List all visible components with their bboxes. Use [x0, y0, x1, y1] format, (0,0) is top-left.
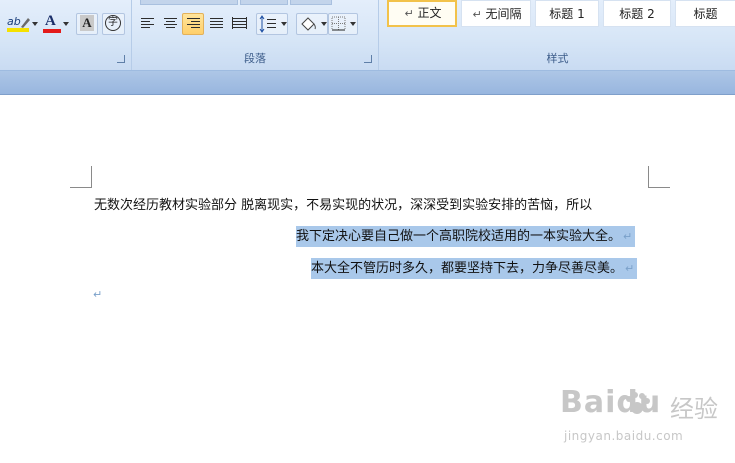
paragraph-line-1[interactable]: 无数次经历教材实验部分 脱离现实，不易实现的状况，深深受到实验安排的苦恼，所以 — [94, 195, 592, 216]
justify-button[interactable] — [205, 13, 227, 35]
enclose-characters-button[interactable]: 字 — [102, 13, 125, 35]
paragraph-line-2-selected[interactable]: 我下定决心要自己做一个高职院校适用的一本实验大全。 ↵ — [296, 226, 636, 247]
distributed-button[interactable] — [228, 13, 250, 35]
align-right-button[interactable] — [182, 13, 204, 35]
paw-logo-icon — [626, 392, 650, 414]
paragraph-dialog-launcher-icon[interactable] — [364, 55, 372, 63]
paragraph-line-3-text: 本大全不管历时多久，都要坚持下去，力争尽善尽美。 — [311, 261, 624, 276]
borders-dropdown-arrow[interactable] — [350, 22, 356, 26]
style-normal[interactable]: ↵ 正文 — [387, 0, 457, 27]
ruler-band — [0, 71, 735, 95]
empty-paragraph[interactable]: ↵ — [93, 284, 102, 305]
highlighter-pen-icon — [21, 18, 30, 28]
style-no-spacing[interactable]: ↵ 无间隔 — [461, 0, 531, 27]
margin-corner-top-left — [70, 166, 92, 188]
styles-group-label: 样式 — [546, 52, 569, 65]
paragraph-top-row-buttons[interactable] — [140, 0, 238, 5]
text-highlight-button[interactable]: ab — [3, 13, 39, 35]
paragraph-line-3-selected[interactable]: 本大全不管历时多久，都要坚持下去，力争尽善尽美。 ↵ — [311, 258, 638, 279]
paragraph-group: 段落 — [132, 0, 379, 70]
ribbon: ab A A 字 段落 ↵ 正文 ↵ 无间隔 标题 1 标题 2 标题 样式 — [0, 0, 735, 71]
paragraph-line-1-text: 无数次经历教材实验部分 脱离现实，不易实现的状况，深深受到实验安排的苦恼，所以 — [94, 198, 593, 213]
enclose-characters-icon: 字 — [105, 15, 121, 31]
styles-group: ↵ 正文 ↵ 无间隔 标题 1 标题 2 标题 样式 — [380, 0, 735, 70]
paragraph-top-row-buttons-3[interactable] — [290, 0, 332, 5]
highlight-color-bar — [7, 28, 29, 32]
font-group: ab A A 字 — [0, 0, 132, 70]
line-spacing-icon — [259, 15, 276, 33]
style-heading-1[interactable]: 标题 1 — [535, 0, 599, 27]
paint-bucket-icon — [301, 17, 316, 31]
font-color-dropdown-arrow[interactable] — [63, 22, 69, 26]
paragraph-line-2-text: 我下定决心要自己做一个高职院校适用的一本实验大全。 — [296, 229, 622, 244]
line-spacing-button[interactable] — [256, 13, 288, 35]
paragraph-mark-icon: ↵ — [93, 288, 103, 301]
align-center-button[interactable] — [159, 13, 181, 35]
font-dialog-launcher-icon[interactable] — [117, 55, 125, 63]
shading-button[interactable] — [296, 13, 328, 35]
font-color-icon: A — [45, 13, 56, 29]
shading-dropdown-arrow[interactable] — [321, 22, 327, 26]
baidu-jingyan-watermark: Baidu 经验 jingyan.baidu.com — [560, 385, 730, 455]
watermark-cn: 经验 — [670, 395, 718, 423]
borders-icon — [331, 16, 346, 31]
font-color-button[interactable]: A — [40, 13, 71, 35]
align-left-button[interactable] — [136, 13, 158, 35]
character-shading-icon: A — [80, 15, 94, 31]
paragraph-mark-icon: ↵ — [623, 230, 633, 243]
font-color-bar — [43, 29, 61, 33]
style-heading-2[interactable]: 标题 2 — [603, 0, 671, 27]
paragraph-top-row-buttons-2[interactable] — [240, 0, 288, 5]
paragraph-mark-icon: ↵ — [625, 262, 635, 275]
highlight-dropdown-arrow[interactable] — [32, 22, 38, 26]
style-title[interactable]: 标题 — [675, 0, 735, 27]
line-spacing-dropdown-arrow[interactable] — [281, 22, 287, 26]
margin-corner-top-right — [648, 166, 670, 188]
character-shading-button[interactable]: A — [76, 13, 98, 35]
paragraph-group-label: 段落 — [244, 52, 266, 65]
borders-button[interactable] — [328, 13, 358, 35]
watermark-url: jingyan.baidu.com — [564, 429, 684, 443]
highlight-icon: ab — [7, 15, 21, 28]
